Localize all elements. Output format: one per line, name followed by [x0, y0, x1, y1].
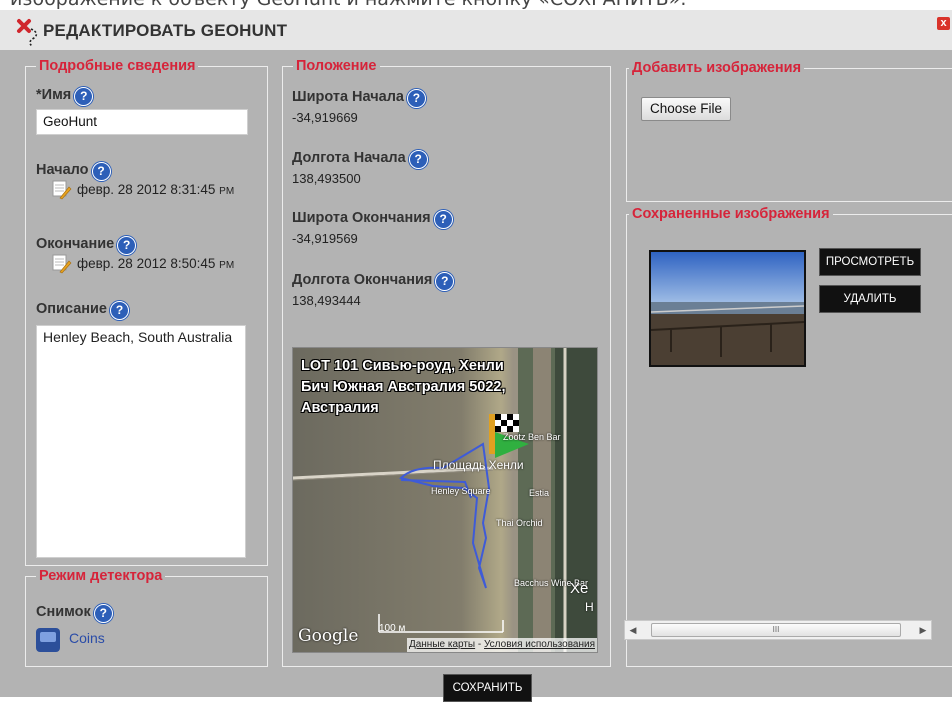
saved-images-legend: Сохраненные изображения [632, 206, 830, 222]
end-datetime-value: февр. 28 2012 8:50:45 PM [77, 255, 235, 271]
help-icon[interactable]: ? [435, 272, 455, 291]
dialog-titlebar: РЕДАКТИРОВАТЬ GEOHUNT x [0, 10, 952, 50]
help-icon[interactable]: ? [93, 604, 113, 623]
map-address-overlay: LOT 101 Сивью-роуд, Хенли Бич Южная Авст… [301, 358, 506, 416]
end-lng-value: 138,493444 [292, 293, 361, 308]
name-input[interactable]: GeoHunt [36, 109, 248, 135]
horizontal-scrollbar[interactable]: ◀ III ▶ [624, 620, 932, 640]
save-button[interactable]: СОХРАНИТЬ [443, 674, 532, 702]
view-image-button[interactable]: ПРОСМОТРЕТЬ [819, 248, 921, 276]
poi-label: Thai Orchid [496, 518, 543, 528]
poi-label: Henley Square [431, 486, 491, 496]
google-logo: Google [298, 626, 359, 646]
treasure-map-icon [17, 19, 38, 47]
choose-file-button[interactable]: Choose File [641, 97, 732, 121]
help-icon[interactable]: ? [408, 150, 428, 169]
start-lat-value: -34,919669 [292, 110, 358, 125]
description-textarea[interactable]: Henley Beach, South Australia [36, 325, 246, 558]
poi-label: Zootz Ben Bar [503, 432, 561, 442]
calendar-edit-icon[interactable] [52, 252, 72, 274]
add-images-fieldset: Добавить изображения [626, 60, 952, 202]
start-datetime-picker[interactable]: февр. 28 2012 8:31:45 PM [52, 178, 234, 200]
edit-geohunt-dialog: РЕДАКТИРОВАТЬ GEOHUNT x Подробные сведен… [0, 10, 952, 702]
help-icon[interactable]: ? [433, 210, 453, 229]
saved-image-thumbnail[interactable] [649, 250, 806, 367]
help-icon[interactable]: ? [74, 87, 94, 106]
map-terms-separator: - [475, 639, 484, 650]
add-images-legend: Добавить изображения [632, 60, 802, 76]
start-lat-label: Широта Начала? [292, 89, 426, 108]
map-terms: Данные карты - Условия использования [406, 638, 597, 652]
calendar-edit-icon[interactable] [52, 178, 72, 200]
position-legend: Положение [296, 58, 377, 74]
detector-legend: Режим детектора [39, 568, 163, 584]
delete-image-button[interactable]: УДАЛИТЬ [819, 285, 921, 313]
help-icon[interactable]: ? [406, 89, 426, 108]
start-datetime-value: февр. 28 2012 8:31:45 PM [77, 181, 235, 197]
end-lat-value: -34,919569 [292, 231, 358, 246]
instruction-text-cut: изображение к объекту GeoHunt и нажмите … [10, 0, 686, 10]
start-lng-label: Долгота Начала? [292, 150, 428, 169]
poi-label: H [585, 600, 594, 614]
poi-label: Xe [570, 580, 589, 597]
map-view[interactable]: LOT 101 Сивью-роуд, Хенли Бич Южная Авст… [292, 347, 598, 653]
poi-label: Площадь Хенли [433, 458, 524, 472]
end-lng-label: Долгота Окончания? [292, 272, 455, 291]
help-icon[interactable]: ? [110, 301, 129, 320]
description-label: Описание? [36, 301, 129, 320]
end-lat-label: Широта Окончания? [292, 210, 453, 229]
close-icon[interactable]: x [937, 17, 950, 30]
scroll-thumb[interactable]: III [651, 623, 901, 637]
map-scale-label: 100 м [379, 623, 406, 634]
coins-mode-icon[interactable] [36, 628, 60, 652]
scroll-right-icon[interactable]: ▶ [915, 621, 931, 639]
dialog-title: РЕДАКТИРОВАТЬ GEOHUNT [43, 21, 288, 40]
end-datetime-picker[interactable]: февр. 28 2012 8:50:45 PM [52, 252, 234, 274]
map-data-link[interactable]: Данные карты [409, 639, 475, 650]
scroll-left-icon[interactable]: ◀ [625, 621, 641, 639]
map-terms-link[interactable]: Условия использования [484, 639, 595, 650]
snapshot-label: Снимок? [36, 604, 113, 623]
beach-photo [651, 252, 804, 365]
name-label: *Имя? [36, 87, 94, 106]
start-lng-value: 138,493500 [292, 171, 361, 186]
poi-label: Estia [529, 488, 550, 498]
snapshot-mode-link[interactable]: Coins [69, 630, 105, 646]
details-legend: Подробные сведения [39, 58, 196, 74]
